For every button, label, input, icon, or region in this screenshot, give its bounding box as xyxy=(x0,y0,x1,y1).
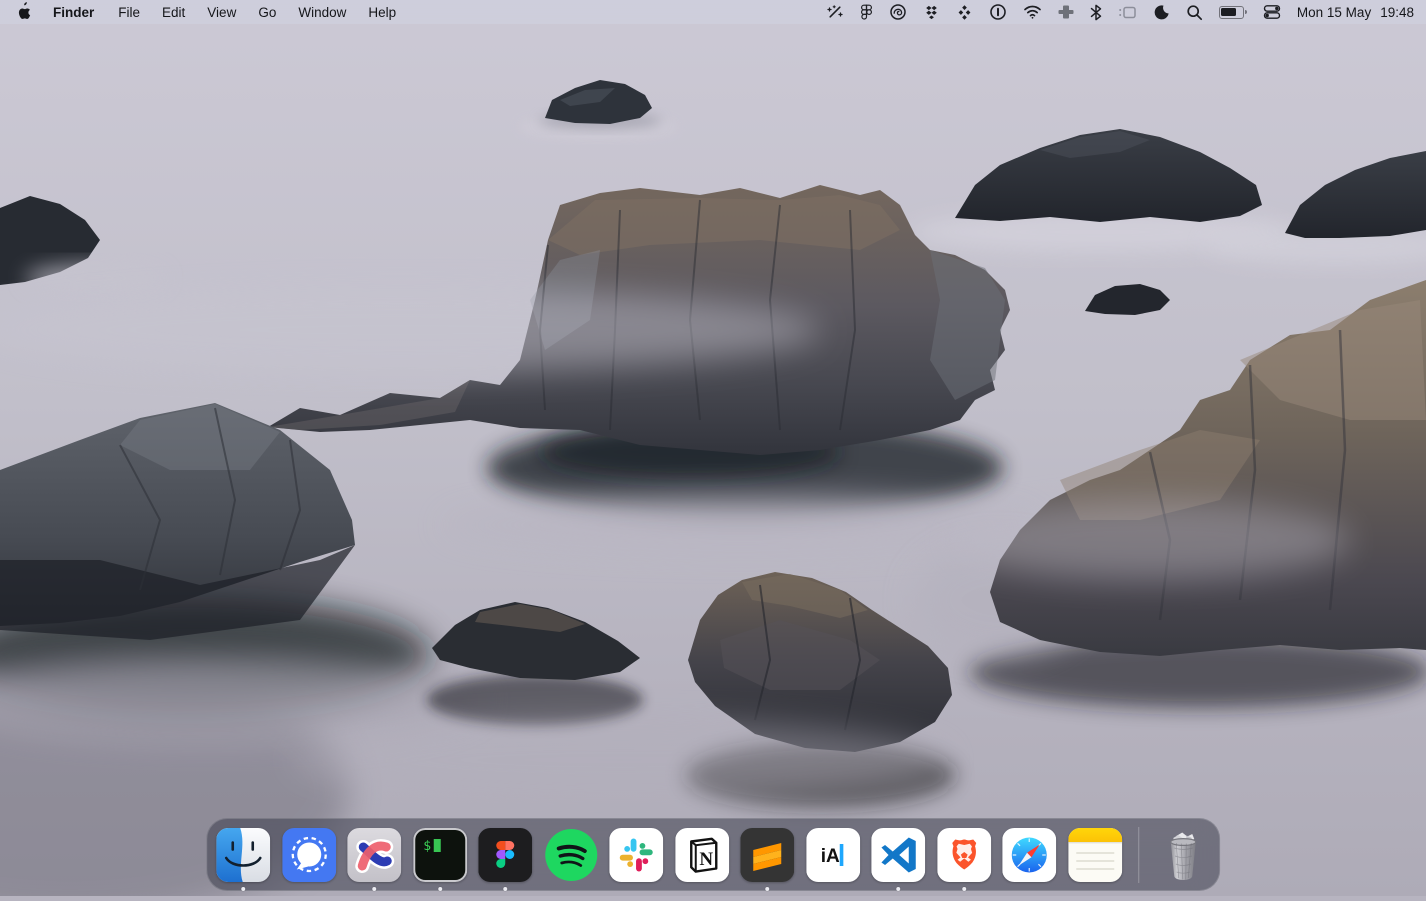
dock-spotify[interactable] xyxy=(544,828,598,882)
dock-sublime-text[interactable] xyxy=(740,828,794,882)
running-indicator xyxy=(372,887,376,891)
trash-full-icon xyxy=(1156,828,1210,882)
dock-finder[interactable] xyxy=(216,828,270,882)
menu-file[interactable]: File xyxy=(107,5,151,20)
spotify-icon xyxy=(544,828,598,882)
notion-icon: N xyxy=(675,828,729,882)
figma-icon xyxy=(478,828,532,882)
dock-ia-writer[interactable]: iA xyxy=(806,828,860,882)
menu-window[interactable]: Window xyxy=(287,5,357,20)
safari-icon xyxy=(1002,828,1056,882)
setapp-icon[interactable] xyxy=(948,0,981,24)
wifi-icon[interactable] xyxy=(1015,0,1050,24)
running-indicator xyxy=(241,887,245,891)
menu-bar-left: Finder File Edit View Go Window Help xyxy=(0,2,407,23)
adobe-creative-cloud-icon[interactable] xyxy=(881,0,915,24)
ia-writer-icon: iA xyxy=(806,828,860,882)
finder-icon xyxy=(216,828,270,882)
dock-slack[interactable] xyxy=(609,828,663,882)
notes-icon xyxy=(1068,828,1122,882)
menu-edit[interactable]: Edit xyxy=(151,5,196,20)
svg-text:$: $ xyxy=(423,839,431,854)
dropbox-icon[interactable] xyxy=(915,0,948,24)
magic-wand-icon[interactable] xyxy=(818,0,852,24)
svg-text:iA: iA xyxy=(820,846,839,867)
dock-signal[interactable] xyxy=(282,828,336,882)
menu-view[interactable]: View xyxy=(196,5,247,20)
terminal-icon: $ xyxy=(413,828,467,882)
menu-bar-status-area: Mon 15 May 19:48 xyxy=(818,0,1426,24)
dock-divider xyxy=(1138,827,1139,883)
running-indicator xyxy=(765,887,769,891)
control-center-icon[interactable] xyxy=(1255,0,1289,24)
dock-terminal[interactable]: $ xyxy=(413,828,467,882)
menu-bar-clock[interactable]: Mon 15 May 19:48 xyxy=(1289,5,1414,20)
running-indicator xyxy=(896,887,900,891)
dock-safari[interactable] xyxy=(1002,828,1056,882)
menu-go[interactable]: Go xyxy=(247,5,287,20)
battery-cap xyxy=(1245,10,1247,15)
signal-icon xyxy=(282,828,336,882)
brave-icon xyxy=(937,828,991,882)
dock-figma[interactable] xyxy=(478,828,532,882)
clock-time: 19:48 xyxy=(1380,5,1414,20)
desktop-wallpaper xyxy=(0,0,1426,896)
svg-text:N: N xyxy=(699,849,713,870)
clock-date: Mon 15 May xyxy=(1297,5,1371,20)
dock: $ xyxy=(206,818,1220,891)
dock-arc[interactable] xyxy=(347,828,401,882)
dock-notes[interactable] xyxy=(1068,828,1122,882)
apple-menu[interactable] xyxy=(10,2,40,23)
menu-bar: Finder File Edit View Go Window Help xyxy=(0,0,1426,24)
battery-body xyxy=(1219,6,1244,19)
slack-icon xyxy=(609,828,663,882)
dock-notion[interactable]: N xyxy=(675,828,729,882)
sublime-text-icon xyxy=(740,828,794,882)
health-plus-icon[interactable] xyxy=(1050,0,1082,24)
arc-icon xyxy=(347,828,401,882)
figma-menu-icon[interactable] xyxy=(852,0,881,24)
dock-brave[interactable] xyxy=(937,828,991,882)
battery-fill xyxy=(1221,8,1236,16)
dock-trash[interactable] xyxy=(1156,828,1210,882)
running-indicator xyxy=(503,887,507,891)
battery-indicator[interactable] xyxy=(1211,0,1255,24)
menu-app-name[interactable]: Finder xyxy=(40,5,107,20)
focus-moon-icon[interactable] xyxy=(1145,0,1178,24)
apple-logo-icon xyxy=(18,2,33,23)
bluetooth-icon[interactable] xyxy=(1082,0,1110,24)
running-indicator xyxy=(438,887,442,891)
1password-icon[interactable] xyxy=(981,0,1015,24)
dock-vscode[interactable] xyxy=(871,828,925,882)
spotlight-search-icon[interactable] xyxy=(1178,0,1211,24)
vscode-icon xyxy=(871,828,925,882)
window-switcher-icon[interactable] xyxy=(1110,0,1145,24)
running-indicator xyxy=(962,887,966,891)
menu-help[interactable]: Help xyxy=(357,5,407,20)
